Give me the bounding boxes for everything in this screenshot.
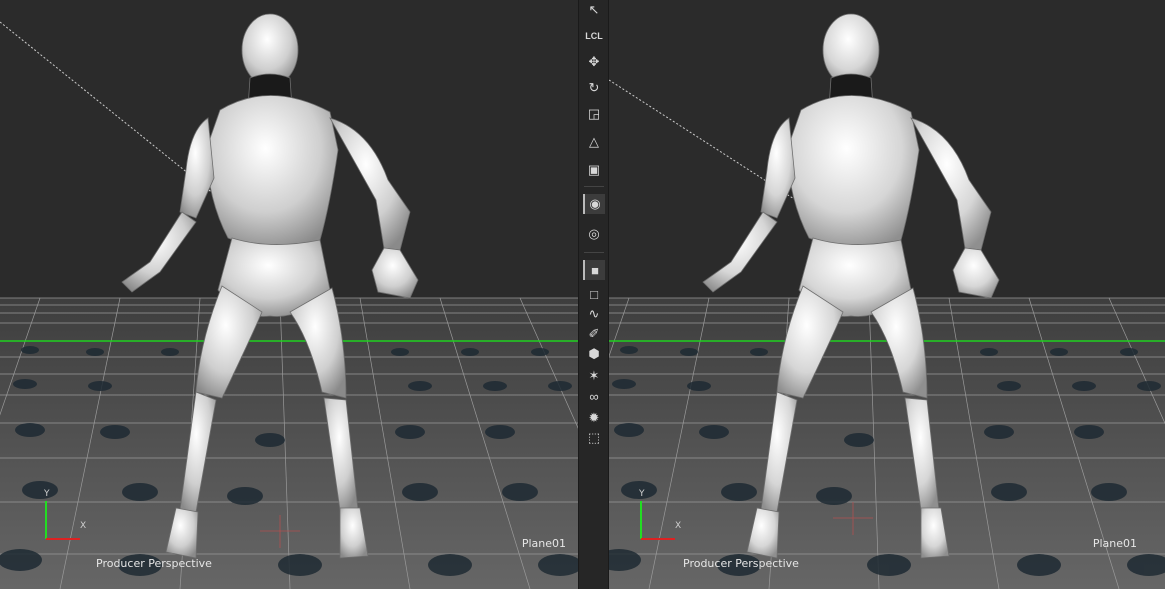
constraint-icon[interactable]: ∞ [583,386,605,406]
axis-x-label: X [80,521,87,531]
object-label: Plane01 [521,537,566,550]
ik-icon[interactable]: △ [583,132,605,152]
scene-render [0,13,578,589]
scale-icon[interactable]: ◲ [583,104,605,124]
hexagon-icon[interactable]: ⬢ [583,344,605,364]
camera-label[interactable]: Producer Perspective [683,557,799,570]
axis-y-label: Y [44,489,50,499]
move-icon[interactable]: ✥ [583,52,605,72]
frame-icon[interactable]: ⬚ [583,428,605,448]
scene-render [609,13,1165,589]
local-coordinates-icon[interactable]: LCL [583,26,605,46]
wireframe-icon[interactable]: ∿ [583,304,605,324]
rotate-icon[interactable]: ↻ [583,78,605,98]
axis-gizmo: Y X [631,489,682,547]
solid-shading-icon[interactable]: ■ [583,260,605,280]
camera-label[interactable]: Producer Perspective [96,557,212,570]
select-arrow-icon[interactable]: ↖ [583,0,605,20]
pivot-icon[interactable]: ▣ [583,160,605,180]
render-preview-icon[interactable]: ◉ [583,194,605,214]
axis-y-label: Y [639,489,645,499]
joint-icon[interactable]: ✶ [583,366,605,386]
render-settings-icon[interactable]: ◎ [583,224,605,244]
axis-gizmo: Y X [36,489,87,547]
object-label: Plane01 [1092,537,1137,550]
viewport-toolbar: ↖ LCL ✥ ↻ ◲ △ ▣ ◉ ◎ ■ □ ∿ ✐ ⬢ ✶ ∞ ✹ ⬚ [578,0,609,589]
light-icon[interactable]: ✹ [583,408,605,428]
viewport-left[interactable]: Y X Producer Perspective Plane01 [0,0,578,589]
flat-shading-icon[interactable]: □ [583,284,605,304]
brush-icon[interactable]: ✐ [583,324,605,344]
axis-x-label: X [675,521,682,531]
viewport-right[interactable]: Y X Producer Perspective Plane01 [609,0,1165,589]
